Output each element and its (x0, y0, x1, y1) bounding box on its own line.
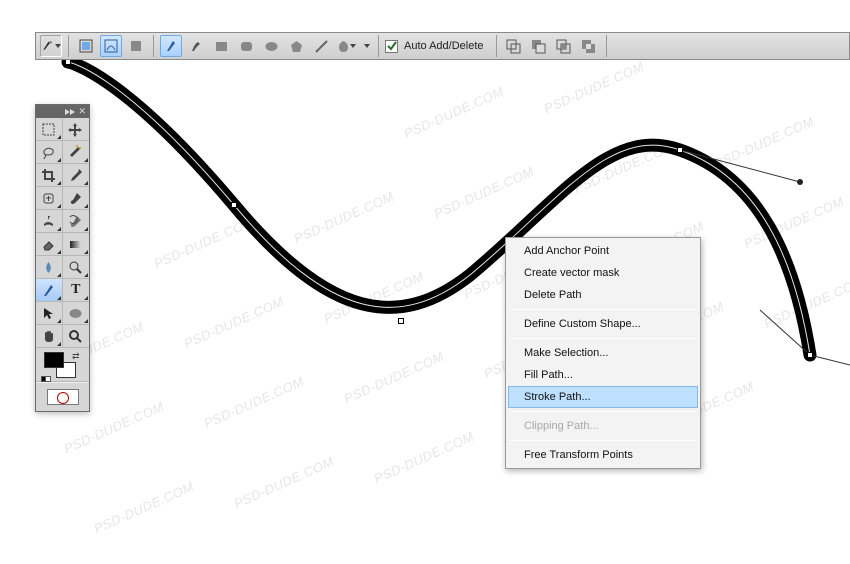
move-tool[interactable] (63, 118, 90, 141)
blur-tool[interactable] (36, 256, 63, 279)
close-icon[interactable]: ✕ (78, 107, 86, 116)
path-subtract-icon[interactable] (528, 35, 550, 57)
brush-tool[interactable] (63, 187, 90, 210)
watermark: PSD-DUDE.COM (742, 194, 847, 252)
path-selection-tool[interactable] (36, 302, 63, 325)
rounded-rect-shape-icon[interactable] (235, 35, 257, 57)
watermark: PSD-DUDE.COM (292, 189, 397, 247)
separator (510, 309, 696, 310)
options-bar: Auto Add/Delete (35, 32, 850, 60)
fill-pixels-icon[interactable] (125, 35, 147, 57)
divider (378, 35, 379, 57)
hand-tool[interactable] (36, 325, 63, 348)
collapse-icon (70, 109, 75, 115)
line-shape-icon[interactable] (310, 35, 332, 57)
path-intersect-icon[interactable] (553, 35, 575, 57)
ctx-delete-path[interactable]: Delete Path (508, 284, 698, 306)
pen-tool-icon[interactable] (160, 35, 182, 57)
polygon-shape-icon[interactable] (285, 35, 307, 57)
ctx-fill-path[interactable]: Fill Path... (508, 364, 698, 386)
path-add-icon[interactable] (503, 35, 525, 57)
divider (153, 35, 154, 57)
separator (510, 338, 696, 339)
tools-panel: ✕ T ⇄ (35, 104, 90, 412)
geometry-options-icon[interactable] (360, 35, 372, 57)
watermark: PSD-DUDE.COM (712, 114, 817, 172)
history-brush-tool[interactable] (63, 210, 90, 233)
pen-tool[interactable] (36, 279, 63, 302)
paths-mode-icon[interactable] (100, 35, 122, 57)
magic-wand-tool[interactable] (63, 141, 90, 164)
ellipse-tool[interactable] (63, 302, 90, 325)
pen-tool-preset-icon[interactable] (40, 35, 62, 57)
ctx-free-transform-points[interactable]: Free Transform Points (508, 444, 698, 466)
lasso-tool[interactable] (36, 141, 63, 164)
divider (606, 35, 607, 57)
rectangle-shape-icon[interactable] (210, 35, 232, 57)
ctx-stroke-path[interactable]: Stroke Path... (508, 386, 698, 408)
ctx-create-vector-mask[interactable]: Create vector mask (508, 262, 698, 284)
path-exclude-icon[interactable] (578, 35, 600, 57)
watermark: PSD-DUDE.COM (322, 269, 427, 327)
divider (68, 35, 69, 57)
watermark: PSD-DUDE.COM (232, 454, 337, 512)
watermark: PSD-DUDE.COM (182, 294, 287, 352)
ctx-define-custom-shape[interactable]: Define Custom Shape... (508, 313, 698, 335)
watermark: PSD-DUDE.COM (542, 59, 647, 117)
auto-add-delete-label: Auto Add/Delete (404, 40, 484, 52)
watermark: PSD-DUDE.COM (762, 274, 850, 332)
color-swatches[interactable]: ⇄ (36, 348, 89, 382)
separator (510, 440, 696, 441)
custom-shape-icon[interactable] (335, 35, 357, 57)
watermark: PSD-DUDE.COM (372, 429, 477, 487)
watermark: PSD-DUDE.COM (92, 479, 197, 537)
dodge-tool[interactable] (63, 256, 90, 279)
path-context-menu: Add Anchor Point Create vector mask Dele… (505, 237, 701, 469)
eyedropper-tool[interactable] (63, 164, 90, 187)
gradient-tool[interactable] (63, 233, 90, 256)
ellipse-shape-icon[interactable] (260, 35, 282, 57)
watermark: PSD-DUDE.COM (202, 374, 307, 432)
type-tool[interactable]: T (63, 279, 90, 302)
panel-header[interactable]: ✕ (36, 105, 89, 118)
clone-stamp-tool[interactable] (36, 210, 63, 233)
anchor-point[interactable] (398, 318, 404, 324)
zoom-tool[interactable] (63, 325, 90, 348)
auto-add-delete-checkbox[interactable] (385, 40, 398, 53)
watermark: PSD-DUDE.COM (342, 349, 447, 407)
foreground-color-swatch[interactable] (44, 352, 64, 368)
watermark: PSD-DUDE.COM (402, 84, 507, 142)
ctx-make-selection[interactable]: Make Selection... (508, 342, 698, 364)
watermark: PSD-DUDE.COM (432, 164, 537, 222)
shape-layers-icon[interactable] (75, 35, 97, 57)
anchor-point[interactable] (807, 352, 813, 358)
swap-colors-icon[interactable]: ⇄ (72, 351, 80, 362)
eraser-tool[interactable] (36, 233, 63, 256)
crop-tool[interactable] (36, 164, 63, 187)
watermark: PSD-DUDE.COM (572, 139, 677, 197)
quick-mask-toggle[interactable] (47, 389, 79, 405)
ctx-clipping-path: Clipping Path... (508, 415, 698, 437)
separator (510, 411, 696, 412)
healing-brush-tool[interactable] (36, 187, 63, 210)
default-colors-icon[interactable] (41, 373, 51, 385)
watermark: PSD-DUDE.COM (152, 214, 257, 272)
divider (496, 35, 497, 57)
ctx-add-anchor-point[interactable]: Add Anchor Point (508, 240, 698, 262)
freeform-pen-icon[interactable] (185, 35, 207, 57)
anchor-point[interactable] (231, 202, 237, 208)
anchor-point[interactable] (677, 147, 683, 153)
marquee-tool[interactable] (36, 118, 63, 141)
